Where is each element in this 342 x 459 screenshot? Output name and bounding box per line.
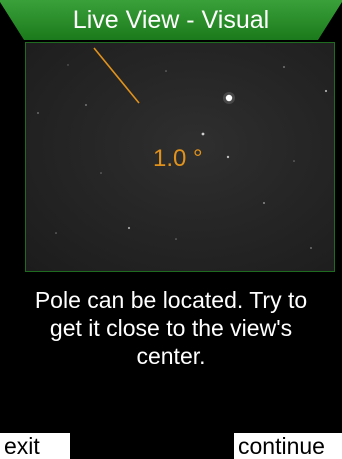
live-view-image: 1.0 ° [25, 42, 335, 272]
star [37, 112, 39, 114]
star [67, 64, 69, 66]
star [310, 247, 312, 249]
device-screen: Live View - Visual 1.0 ° Pole can be loc… [0, 0, 342, 459]
star [324, 89, 328, 93]
star [85, 104, 87, 106]
star [100, 172, 102, 174]
star [55, 232, 57, 234]
star [263, 202, 265, 204]
star [293, 160, 295, 162]
instruction-message: Pole can be located. Try to get it close… [34, 287, 308, 369]
star [127, 226, 131, 230]
star [223, 92, 235, 104]
page-title: Live View - Visual [72, 6, 270, 34]
header-bar: Live View - Visual [0, 0, 342, 40]
pole-direction-line [93, 47, 140, 104]
star [283, 66, 285, 68]
star [226, 155, 230, 159]
star [165, 70, 167, 72]
star [201, 132, 205, 136]
continue-button[interactable]: continue [234, 433, 342, 459]
exit-button[interactable]: exit [0, 433, 70, 459]
star [175, 238, 177, 240]
pole-offset-angle-label: 1.0 ° [153, 145, 203, 172]
